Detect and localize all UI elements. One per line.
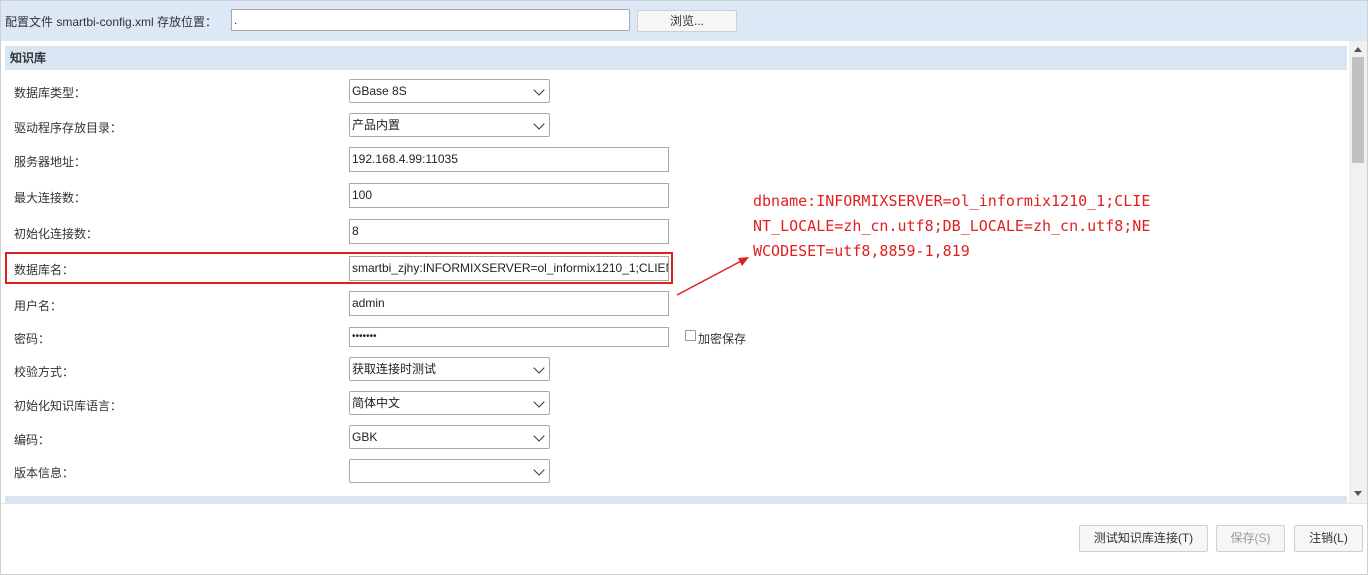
password-label: 密码： xyxy=(14,332,51,346)
db-type-value: GBase 8S xyxy=(352,84,407,98)
encoding-label: 编码： xyxy=(14,433,51,447)
driver-dir-value: 产品内置 xyxy=(352,118,401,132)
config-path-input[interactable]: . xyxy=(231,9,630,31)
encrypt-label: 加密保存 xyxy=(698,332,747,346)
password-input[interactable]: ••••••• xyxy=(349,327,669,347)
db-type-select[interactable]: GBase 8S xyxy=(349,79,550,103)
annotation-text: dbname:INFORMIXSERVER=ol_informix1210_1;… xyxy=(753,192,1151,260)
annotation-arrow-icon xyxy=(676,257,749,296)
encrypt-checkbox[interactable] xyxy=(685,330,696,341)
footer-divider xyxy=(0,503,1368,504)
max-conn-input[interactable]: 100 xyxy=(349,183,669,208)
validate-label: 校验方式： xyxy=(14,365,75,379)
driver-dir-label: 驱动程序存放目录： xyxy=(14,121,123,135)
init-conn-input[interactable]: 8 xyxy=(349,219,669,244)
encoding-select[interactable]: GBK xyxy=(349,425,550,449)
scroll-thumb[interactable] xyxy=(1352,57,1364,163)
config-location-bar: 配置文件 smartbi-config.xml 存放位置： . 浏览... xyxy=(0,0,1368,41)
driver-dir-select[interactable]: 产品内置 xyxy=(349,113,550,137)
next-section-header xyxy=(5,496,1347,503)
chevron-down-icon xyxy=(533,118,545,130)
browse-button[interactable]: 浏览... xyxy=(637,10,737,32)
chevron-down-icon xyxy=(533,84,545,96)
username-label: 用户名： xyxy=(14,299,63,313)
username-input[interactable]: admin xyxy=(349,291,669,316)
scroll-up-icon[interactable] xyxy=(1354,47,1362,52)
chevron-down-icon xyxy=(533,430,545,442)
logout-button[interactable]: 注销(L) xyxy=(1294,525,1363,552)
init-conn-label: 初始化连接数： xyxy=(14,227,99,241)
validate-value: 获取连接时测试 xyxy=(352,362,437,376)
vertical-scrollbar[interactable] xyxy=(1349,41,1367,503)
db-type-label: 数据库类型： xyxy=(14,86,87,100)
init-lang-select[interactable]: 简体中文 xyxy=(349,391,550,415)
chevron-down-icon xyxy=(533,464,545,476)
version-select[interactable] xyxy=(349,459,550,483)
validate-select[interactable]: 获取连接时测试 xyxy=(349,357,550,381)
init-lang-value: 简体中文 xyxy=(352,396,401,410)
section-title: 知识库 xyxy=(5,46,1347,70)
server-input[interactable]: 192.168.4.99:11035 xyxy=(349,147,669,172)
encoding-value: GBK xyxy=(352,430,378,444)
chevron-down-icon xyxy=(533,396,545,408)
db-name-label: 数据库名： xyxy=(14,263,75,277)
max-conn-label: 最大连接数： xyxy=(14,191,87,205)
save-button[interactable]: 保存(S) xyxy=(1216,525,1285,552)
version-label: 版本信息： xyxy=(14,466,75,480)
init-lang-label: 初始化知识库语言： xyxy=(14,399,123,413)
scroll-down-icon[interactable] xyxy=(1354,491,1362,496)
knowledge-base-panel: 知识库 数据库类型： GBase 8S 驱动程序存放目录： 产品内置 服务器地址… xyxy=(0,41,1368,503)
db-name-input[interactable]: smartbi_zjhy:INFORMIXSERVER=ol_informix1… xyxy=(349,256,669,281)
config-location-label: 配置文件 smartbi-config.xml 存放位置： xyxy=(5,15,218,29)
server-label: 服务器地址： xyxy=(14,155,87,169)
chevron-down-icon xyxy=(533,362,545,374)
test-connection-button[interactable]: 测试知识库连接(T) xyxy=(1079,525,1208,552)
